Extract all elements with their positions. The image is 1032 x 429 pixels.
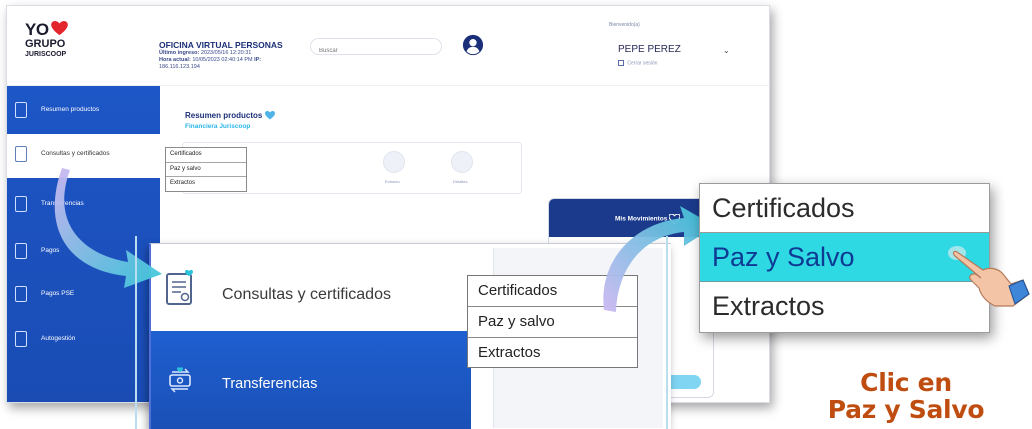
logo-yo-text: YO [25,20,49,39]
self-service-icon [15,331,27,347]
transfer-icon [169,367,191,393]
sidebar-item-label: Pagos PSE [41,290,75,297]
option-certificados[interactable]: Certificados [700,184,989,233]
menu-item-extractos[interactable]: Extractos [468,338,637,369]
user-name: PEPE PEREZ [618,44,681,55]
menu-label: Consultas y certificados [222,286,391,303]
sidebar-item-pagos[interactable]: Pagos [7,231,160,275]
product-action-label: Extracto [385,179,400,184]
sidebar-item-pagos-pse[interactable]: Pagos PSE [7,274,160,318]
logout-icon [618,60,624,66]
heart-icon [669,214,681,224]
last-login-label: Último ingreso: [159,50,200,56]
submenu-dropdown: Certificados Paz y salvo Extractos [467,275,638,368]
menu-item-certificados[interactable]: Certificados [468,276,637,307]
movements-title: Mis Movimientos [615,215,668,223]
movements-header: Mis Movimientos [549,199,713,237]
sidebar-item-autogestion[interactable]: Autogestión [7,319,160,363]
chevron-down-icon[interactable]: ⌄ [723,46,730,55]
logout-link[interactable]: Cerrar sesión [618,60,657,66]
search-input[interactable] [311,43,441,59]
logo-grupo-text: GRUPO [25,38,66,50]
logout-label: Cerrar sesión [627,60,658,67]
heart-icon [264,111,275,120]
current-time-label: Hora actual: [159,57,191,63]
certificate-icon [15,146,27,162]
sidebar-item-consultas[interactable]: Consultas y certificados [7,134,160,178]
sidebar-item-transferencias[interactable]: Transferencias [7,184,160,228]
sidebar-item-label: Pagos [41,247,60,254]
current-time-line: Hora actual: 10/05/2023 02:40:14 PM IP: [159,57,309,64]
office-title: OFICINA VIRTUAL PERSONAS [159,40,283,50]
welcome-text: Bienvenido(a) [609,22,640,28]
content-title: Resumen productos [185,111,275,120]
caption-line-2: Paz y Salvo [827,395,985,424]
sidebar-item-consultas-zoomed[interactable]: Consultas y certificados [151,244,471,331]
caption-line-1: Clic en [860,368,952,397]
office-info: OFICINA VIRTUAL PERSONAS Último ingreso:… [159,40,309,71]
ip-value: 186.116.123.194 [159,64,200,70]
user-avatar-icon[interactable] [462,34,484,56]
products-icon [15,102,27,118]
menu-label: Transferencias [222,376,318,392]
content-subtitle: Financiera Juriscoop [185,123,251,130]
menu-item-paz-y-salvo[interactable]: Paz y salvo [166,163,246,177]
top-header: YO GRUPO JURISCOOP OFICINA VIRTUAL PERSO… [7,6,769,86]
extract-icon[interactable] [383,151,405,173]
menu-item-certificados[interactable]: Certificados [166,148,246,163]
sidebar: Resumen productos Consultas y certificad… [7,86,160,402]
product-action-label: Detalles [453,179,468,184]
sidebar-item-label: Resumen productos [41,106,100,113]
transfer-icon [15,196,27,212]
content-title-text: Resumen productos [185,111,263,120]
certificate-icon [166,269,193,305]
pointing-hand-icon [948,246,1030,307]
mini-dropdown-menu: Certificados Paz y salvo Extractos [165,147,247,192]
zoom-panel-menu: Consultas y certificados Transferencias … [149,243,671,429]
sidebar-item-resumen-productos[interactable]: Resumen productos [7,90,160,134]
payments-icon [15,243,27,259]
search-box[interactable] [310,38,442,59]
brand-logo: YO GRUPO JURISCOOP [25,20,95,76]
menu-item-extractos[interactable]: Extractos [166,177,246,192]
details-icon[interactable] [451,151,473,173]
sidebar-item-label: Transferencias [41,200,84,207]
menu-item-paz-y-salvo[interactable]: Paz y salvo [468,307,637,338]
ip-label: IP: [254,57,262,63]
sidebar-item-label: Consultas y certificados [41,150,110,157]
last-login-value: 2023/05/16 12:20:31 [200,50,252,56]
instruction-caption: Clic en Paz y Salvo [795,369,1017,423]
pse-icon [15,286,27,302]
current-time-value: 10/05/2023 02:40:14 PM [192,57,253,63]
logo-juriscoop-text: JURISCOOP [25,51,67,58]
tutorial-stage: YO GRUPO JURISCOOP OFICINA VIRTUAL PERSO… [0,0,1032,429]
sidebar-item-transferencias-zoomed[interactable]: Transferencias [151,331,471,429]
sidebar-item-label: Autogestión [41,335,76,342]
heart-icon [51,21,68,36]
last-login-line: Último ingreso: 2023/05/16 12:20:31 [159,50,309,57]
